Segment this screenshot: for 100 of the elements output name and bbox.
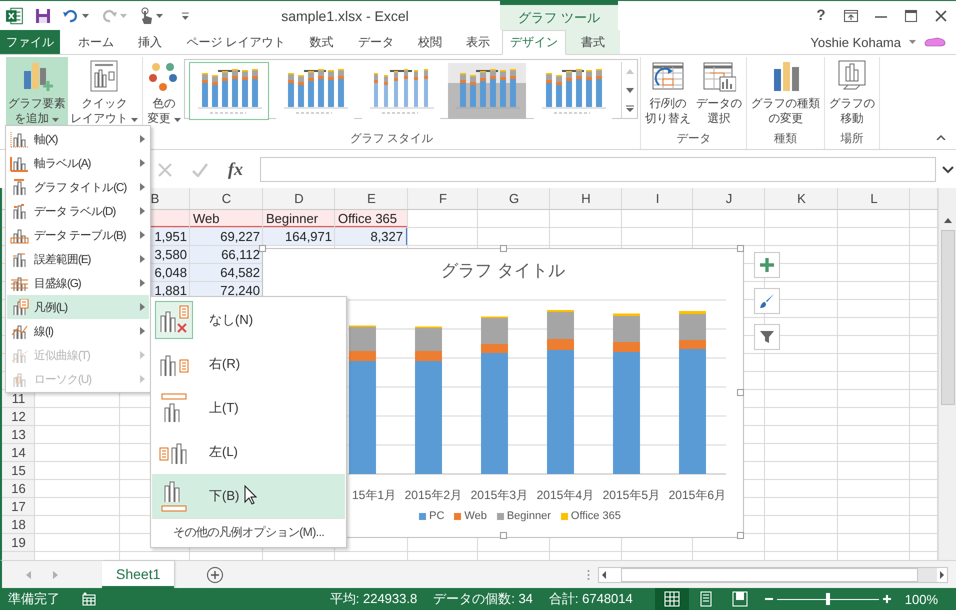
file-tab[interactable]: ファイル — [0, 30, 60, 54]
group-label: 場所 — [840, 132, 864, 147]
chart-style-option[interactable] — [447, 62, 527, 120]
menu-item[interactable]: データ ラベル(D) — [7, 199, 149, 223]
filter-icon — [760, 330, 774, 344]
menu-item[interactable]: 上(T) — [152, 386, 345, 430]
close-icon[interactable] — [935, 10, 947, 22]
ribbon-tab[interactable]: デザイン — [502, 30, 566, 55]
chart-styles-button[interactable] — [754, 288, 780, 314]
column-header: G — [508, 190, 520, 208]
submenu-arrow-icon — [140, 351, 145, 359]
macro-record-icon[interactable] — [82, 592, 96, 606]
avatar-icon[interactable] — [924, 37, 946, 47]
ribbon-tab[interactable]: 校閲 — [412, 30, 448, 54]
caret-icon[interactable] — [174, 118, 180, 122]
ribbon-display-icon[interactable] — [844, 10, 858, 22]
scrollbar-thumb[interactable] — [940, 230, 954, 405]
menu-item[interactable]: なし(N) — [152, 298, 345, 342]
chart-style-option[interactable] — [189, 62, 269, 120]
chart-element-icon — [10, 154, 29, 172]
save-icon[interactable] — [35, 8, 52, 24]
sheet-tab[interactable]: Sheet1 — [102, 561, 174, 588]
more-styles-icon[interactable] — [626, 105, 634, 112]
menu-item[interactable]: 左(L) — [152, 430, 345, 474]
caret-icon[interactable] — [909, 40, 916, 44]
menu-item[interactable]: グラフ タイトル(C) — [7, 175, 149, 199]
customize-toolbar-icon[interactable] — [181, 12, 190, 20]
ribbon-tab[interactable]: データ — [352, 30, 400, 54]
chart-elements-button[interactable] — [754, 252, 780, 278]
scroll-down-icon[interactable] — [626, 88, 634, 92]
select-data-button[interactable]: データの 選択 — [694, 57, 744, 127]
menu-item[interactable]: 軸(X) — [7, 127, 149, 151]
scroll-up-icon[interactable] — [944, 218, 952, 222]
zoom-slider-thumb[interactable] — [826, 593, 830, 605]
submenu-arrow-icon — [140, 375, 145, 383]
legend-label: PC — [429, 510, 444, 522]
chart-filters-button[interactable] — [754, 324, 780, 350]
resize-handle[interactable] — [737, 532, 744, 539]
column-header: H — [580, 190, 592, 208]
menu-item[interactable]: 右(R) — [152, 342, 345, 386]
submenu-arrow-icon — [140, 135, 145, 143]
menu-item[interactable]: 軸ラベル(A) — [7, 151, 149, 175]
collapse-ribbon-icon[interactable] — [936, 134, 946, 140]
ribbon-tab[interactable]: ホーム — [72, 30, 120, 54]
caret-icon[interactable] — [131, 118, 138, 122]
new-sheet-icon[interactable] — [206, 566, 224, 584]
change-chart-type-button[interactable]: グラフの種類 の変更 — [749, 57, 822, 127]
excel-logo-icon — [6, 6, 24, 24]
zoom-level: 100% — [904, 592, 938, 606]
move-chart-button[interactable]: グラフの 移動 — [827, 57, 877, 127]
caret-icon[interactable] — [156, 14, 164, 18]
switch-row-column-button[interactable]: 行/列の 切り替え — [643, 57, 693, 127]
caret-icon[interactable] — [52, 118, 59, 122]
undo-icon[interactable] — [63, 8, 80, 22]
chart-title: グラフ タイトル — [441, 260, 565, 282]
ribbon-tab[interactable]: 表示 — [460, 30, 496, 54]
table-cell: Web — [190, 210, 263, 228]
zoom-in-icon[interactable] — [882, 595, 891, 603]
mouse-cursor-icon — [244, 485, 258, 505]
change-colors-button[interactable]: 色の 変更 — [145, 57, 183, 127]
resize-handle[interactable] — [737, 245, 744, 252]
menu-item[interactable]: 線(I) — [7, 319, 149, 343]
normal-view-icon — [664, 591, 680, 607]
maximize-icon[interactable] — [905, 10, 917, 22]
ribbon-tab[interactable]: 挿入 — [132, 30, 168, 54]
zoom-out-icon[interactable] — [764, 595, 773, 603]
view-button[interactable] — [654, 588, 689, 610]
submenu-arrow-icon — [140, 159, 145, 167]
menu-item[interactable]: 凡例(L) — [7, 295, 149, 319]
axis-label: 2015年2月 — [404, 488, 462, 502]
check-icon[interactable] — [192, 162, 208, 176]
column-header: I — [654, 190, 660, 208]
resize-handle[interactable] — [259, 245, 266, 252]
axis-label: 2015年4月 — [536, 488, 594, 502]
column-header: J — [724, 190, 734, 208]
add-chart-element-button[interactable]: グラフ要素 を追加 — [6, 57, 68, 127]
expand-formula-icon[interactable] — [942, 166, 954, 174]
chart-element-icon — [10, 130, 29, 148]
table-cell: 66,112 — [190, 246, 263, 264]
help-button[interactable]: ? — [806, 7, 836, 24]
axis-label: 2015年5月 — [602, 488, 660, 502]
resize-handle[interactable] — [500, 245, 507, 252]
touch-mode-icon[interactable] — [139, 6, 154, 24]
insert-function-button[interactable]: fx — [228, 159, 243, 180]
contextual-tab-header: グラフ ツール — [500, 1, 618, 30]
ribbon-tab[interactable]: 数式 — [304, 30, 340, 54]
formula-input[interactable] — [260, 157, 936, 182]
menu-item[interactable]: 下(B) — [152, 474, 345, 518]
status-text: 準備完了 — [8, 590, 60, 608]
caret-icon[interactable] — [82, 14, 90, 18]
splitter-handle-icon[interactable] — [587, 568, 590, 580]
row-header: 19 — [10, 534, 27, 552]
brush-icon — [759, 293, 775, 309]
group-label: グラフ スタイル — [348, 132, 434, 147]
resize-handle[interactable] — [500, 532, 507, 539]
user-name: Yoshie Kohama — [810, 34, 901, 50]
scrollbar-thumb[interactable] — [621, 568, 918, 582]
resize-handle[interactable] — [737, 389, 744, 396]
ribbon-tab[interactable]: ページ レイアウト — [180, 30, 292, 54]
submenu-arrow-icon — [140, 231, 145, 239]
